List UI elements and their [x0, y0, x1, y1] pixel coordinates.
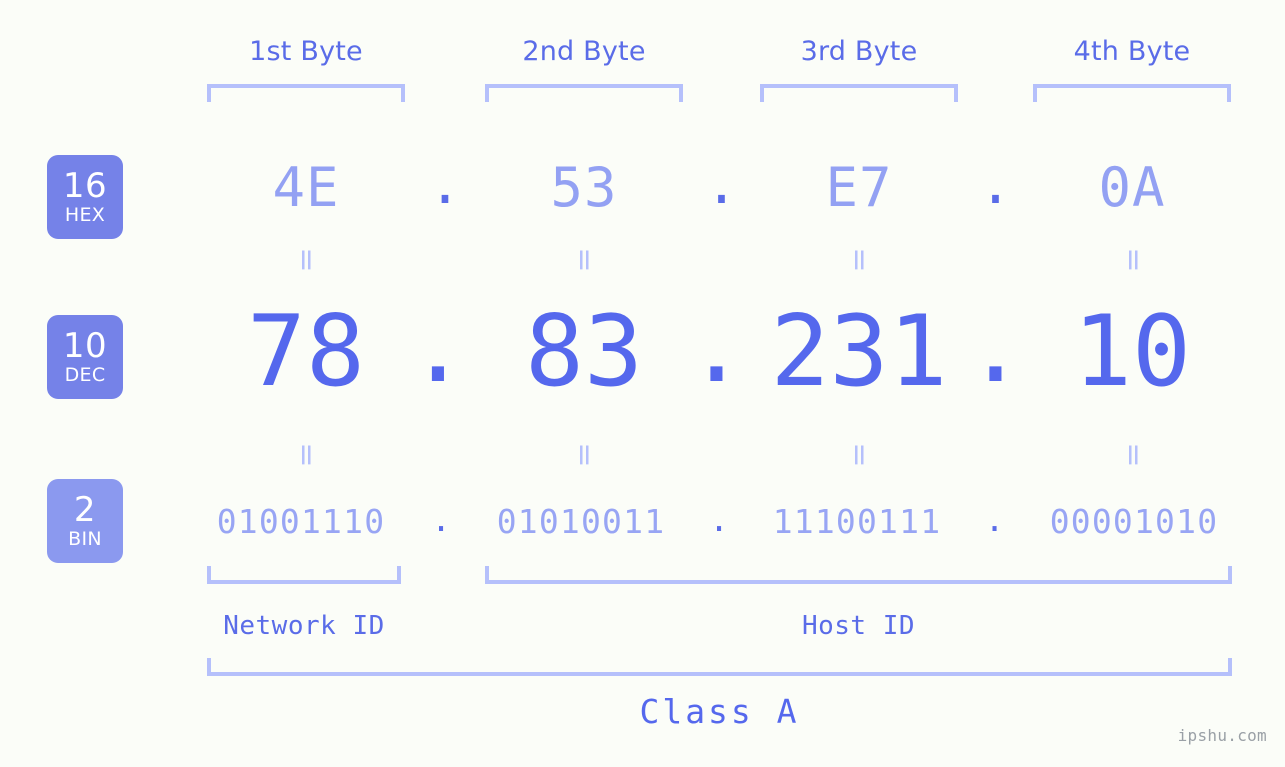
bin-separator-2: .	[709, 500, 729, 539]
host-id-bracket	[485, 566, 1232, 584]
base-badge-dec-number: 10	[62, 325, 108, 366]
watermark: ipshu.com	[1177, 726, 1267, 745]
hex-separator-3: .	[979, 153, 1012, 216]
hex-separator-2: .	[705, 153, 738, 216]
byte-label-4: 4th Byte	[1073, 36, 1191, 67]
equals-icon-2: =	[567, 247, 602, 273]
dec-separator-1: .	[408, 291, 468, 405]
dec-octet-1: 78	[246, 295, 365, 409]
byte-bracket-2	[485, 84, 683, 102]
bin-separator-3: .	[984, 500, 1005, 539]
dec-octet-3: 231	[770, 295, 948, 409]
base-badge-hex: 16 HEX	[47, 155, 123, 239]
hex-separator-1: .	[428, 153, 462, 216]
byte-label-2: 2nd Byte	[522, 36, 646, 67]
ip-breakdown-diagram: 1st Byte 2nd Byte 3rd Byte 4th Byte 16 H…	[0, 0, 1285, 767]
class-bracket	[207, 658, 1232, 676]
equals-icon-6: =	[567, 442, 602, 468]
equals-icon-3: =	[842, 247, 877, 273]
equals-icon-8: =	[1116, 442, 1151, 468]
base-badge-dec: 10 DEC	[47, 315, 123, 399]
base-badge-hex-name: HEX	[64, 203, 106, 226]
base-badge-bin: 2 BIN	[47, 479, 123, 563]
equals-icon-4: =	[1116, 247, 1151, 273]
hex-octet-1: 4E	[272, 156, 340, 219]
hex-octet-3: E7	[825, 156, 893, 219]
host-id-label: Host ID	[801, 611, 916, 641]
equals-icon-5: =	[289, 442, 324, 468]
base-badge-bin-number: 2	[73, 489, 97, 530]
base-badge-bin-name: BIN	[68, 527, 102, 550]
byte-bracket-3	[760, 84, 958, 102]
byte-label-1: 1st Byte	[249, 36, 363, 67]
equals-icon-7: =	[842, 442, 877, 468]
byte-label-3: 3rd Byte	[800, 36, 918, 67]
bin-octet-1: 01001110	[216, 502, 386, 541]
network-id-label: Network ID	[223, 611, 385, 641]
dec-separator-3: .	[965, 291, 1025, 405]
hex-octet-2: 53	[550, 156, 618, 219]
bin-octet-4: 00001010	[1049, 502, 1219, 541]
byte-bracket-4	[1033, 84, 1231, 102]
bin-separator-1: .	[431, 500, 451, 539]
base-badge-dec-name: DEC	[64, 363, 106, 386]
byte-bracket-1	[207, 84, 405, 102]
base-badge-hex-number: 16	[62, 165, 108, 206]
network-id-bracket	[207, 566, 401, 584]
bin-octet-3: 11100111	[772, 502, 942, 541]
equals-icon-1: =	[289, 247, 324, 273]
bin-octet-2: 01010011	[496, 502, 666, 541]
hex-octet-4: 0A	[1098, 156, 1166, 219]
class-label: Class A	[639, 692, 800, 731]
dec-separator-2: .	[686, 291, 746, 405]
dec-octet-4: 10	[1072, 295, 1191, 409]
dec-octet-2: 83	[524, 295, 643, 409]
